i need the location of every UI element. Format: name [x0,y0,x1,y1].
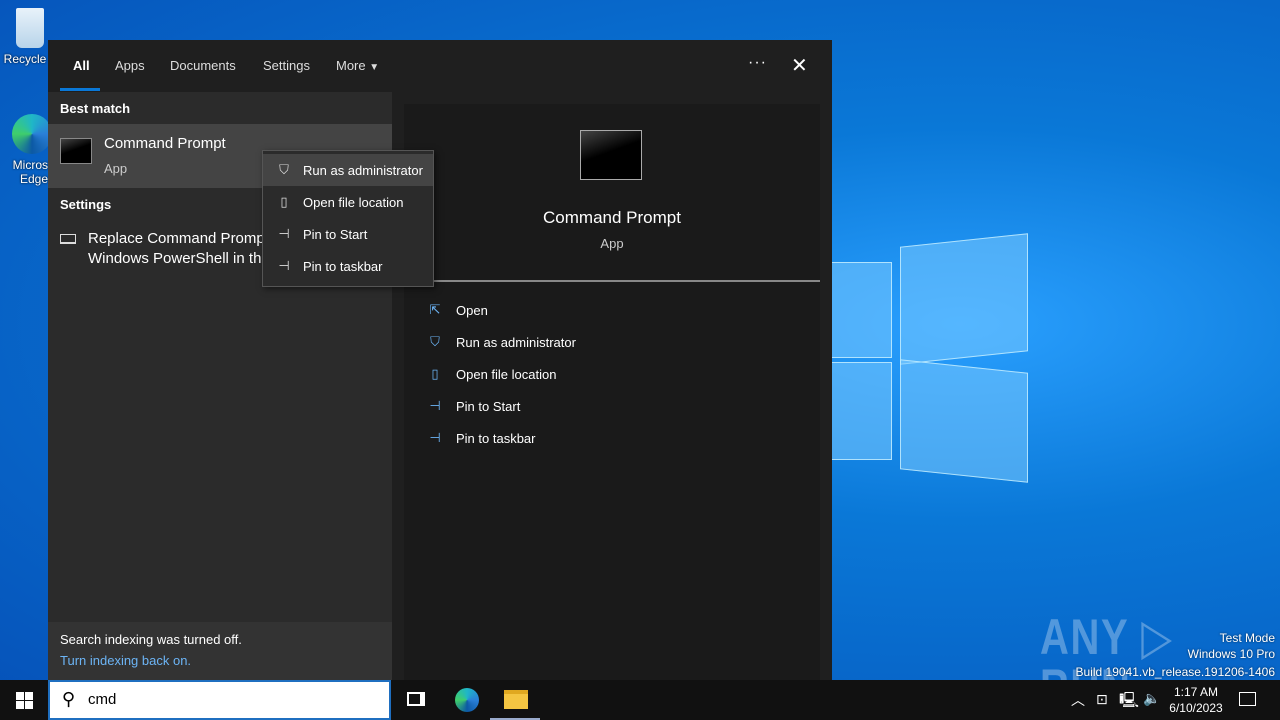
action-label: Pin to taskbar [456,430,536,446]
shield-icon: ⛉ [430,334,440,349]
start-button[interactable] [16,692,33,709]
tab-all[interactable]: All [73,58,90,73]
indexing-notice: Search indexing was turned off. Turn ind… [48,622,392,680]
tab-more-label: More [336,58,366,73]
clock-time: 1:17 AM [1173,685,1219,699]
show-hidden-icons-chevron[interactable]: ︿ [1071,690,1085,710]
context-pin-to-start[interactable]: ⊣ Pin to Start [263,218,433,250]
action-open[interactable]: ⇱ Open [426,302,488,318]
indexing-text: Search indexing was turned off. [60,632,242,647]
windows-logo-wallpaper [832,233,1032,483]
meet-now-icon[interactable]: ⊡ [1096,691,1108,708]
divider [404,280,820,282]
tab-apps[interactable]: Apps [115,58,145,73]
search-tabs: All Apps Documents Settings More ▼ ··· ✕ [48,40,832,92]
pin-icon: ⊣ [278,226,290,241]
context-pin-to-taskbar[interactable]: ⊣ Pin to taskbar [263,250,433,282]
best-match-header: Best match [60,101,131,116]
volume-icon[interactable]: 🔈 [1143,690,1160,707]
context-run-as-admin[interactable]: ⛉ Run as administrator [263,154,433,186]
settings-header: Settings [60,197,112,212]
pin-icon: ⊣ [278,258,290,273]
shield-icon: ⛉ [279,162,289,177]
search-icon: ⚲ [62,689,76,709]
taskbar-search-input[interactable]: ⚲ cmd [48,680,391,720]
clock-date: 6/10/2023 [1169,701,1223,715]
context-label: Pin to Start [303,226,368,242]
close-icon[interactable]: ✕ [791,53,808,78]
network-icon[interactable]: 🖳 [1119,690,1139,715]
ellipsis-icon[interactable]: ··· [748,54,767,72]
folder-icon: ▯ [431,366,439,381]
action-label: Pin to Start [456,398,521,414]
desktop-icon-label: Micros Edge [12,158,48,186]
pin-icon: ⊣ [429,398,441,413]
start-search-panel: All Apps Documents Settings More ▼ ··· ✕… [48,40,832,680]
desktop-icon-edge[interactable]: Micros Edge [0,114,52,186]
preview-title: Command Prompt [543,208,681,227]
action-pin-to-start[interactable]: ⊣ Pin to Start [426,398,520,414]
file-explorer-icon[interactable] [504,690,528,709]
context-open-file-location[interactable]: ▯ Open file location [263,186,433,218]
chevron-down-icon: ▼ [369,62,380,73]
context-label: Run as administrator [303,162,423,178]
clock[interactable]: 1:17 AM 6/10/2023 [1164,684,1228,716]
best-match-subtitle: App [104,161,128,176]
watermark-build: Build 19041.vb_release.191206-1406 [1075,665,1276,679]
context-label: Open file location [303,194,404,210]
action-pin-to-taskbar[interactable]: ⊣ Pin to taskbar [426,430,536,446]
taskbar: ⚲ cmd ︿ ⊡ 🖳 🔈 1:17 AM 6/10/2023 [0,680,1280,720]
action-run-as-admin[interactable]: ⛉ Run as administrator [426,334,576,350]
tab-documents[interactable]: Documents [170,58,236,73]
action-label: Run as administrator [456,334,576,350]
context-label: Pin to taskbar [303,258,383,274]
preview-pane: Command Prompt App ⇱ Open ⛉ Run as adminis… [404,104,820,680]
desktop-icon-recycle-bin[interactable]: Recycle [0,8,50,66]
recycle-bin-icon [16,8,44,48]
pin-icon: ⊣ [429,430,441,445]
edge-icon [12,114,52,154]
watermark-test-mode: Test Mode [1219,631,1275,645]
action-open-file-location[interactable]: ▯ Open file location [426,366,556,382]
action-label: Open file location [456,366,557,382]
tab-settings[interactable]: Settings [263,58,310,73]
best-match-title: Command Prompt [104,135,226,152]
folder-icon: ▯ [280,194,288,209]
action-label: Open [456,302,488,318]
open-icon: ⇱ [429,302,441,317]
tab-more[interactable]: More ▼ [336,58,379,73]
display-icon [60,234,76,244]
command-prompt-large-icon [580,130,642,180]
preview-subtitle: App [600,236,624,251]
desktop-icon-label: Recycle [3,52,47,66]
task-view-icon[interactable] [407,692,425,706]
context-menu: ⛉ Run as administrator ▯ Open file locatio… [262,150,434,287]
edge-icon[interactable] [455,688,479,712]
turn-indexing-on-link[interactable]: Turn indexing back on. [60,653,380,668]
search-value: cmd [88,691,117,708]
command-prompt-icon [60,138,92,164]
watermark-edition: Windows 10 Pro [1187,647,1275,661]
notifications-icon[interactable] [1239,692,1256,706]
active-tab-indicator [60,88,100,91]
